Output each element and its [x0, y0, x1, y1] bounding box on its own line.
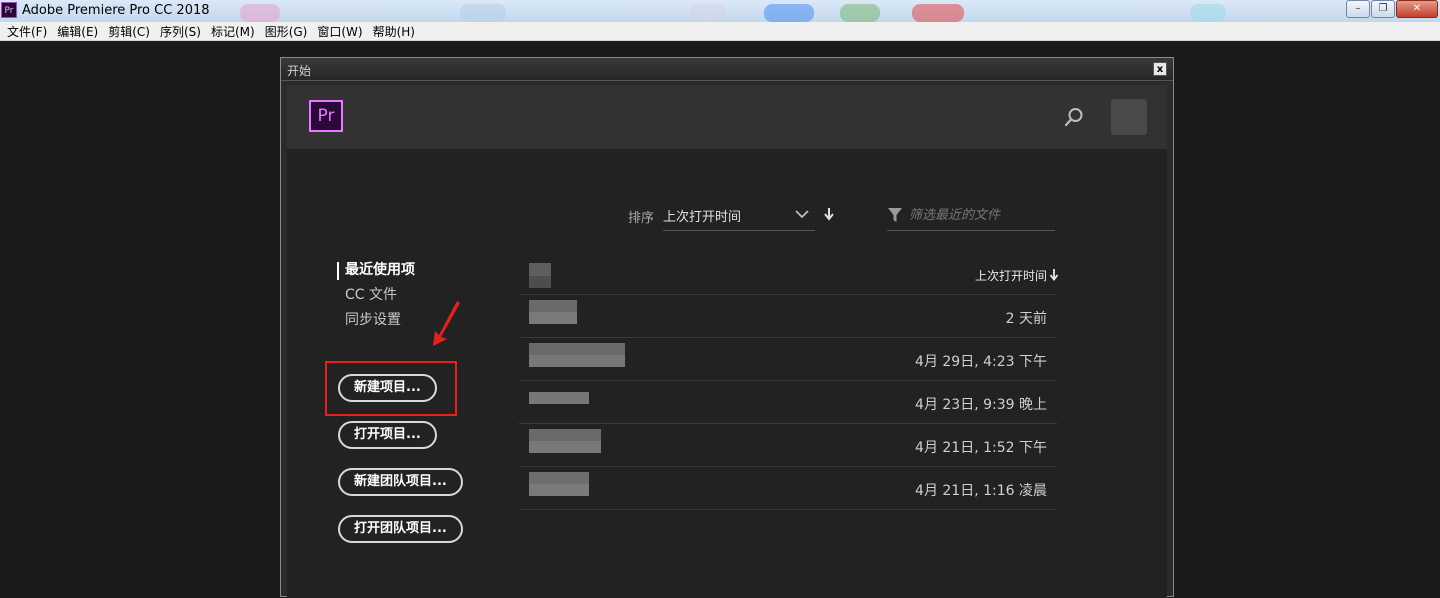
sort-label: 排序	[628, 211, 655, 226]
dialog-titlebar: 开始 x	[281, 58, 1173, 81]
filter-input[interactable]	[909, 205, 1049, 225]
open-project-button[interactable]: 打开项目...	[338, 421, 437, 449]
menu-markers[interactable]: 标记(M)	[208, 23, 262, 40]
start-screen: Pr 排序 上次打开时间 筛选最近的文件 最近使用项 CC 文件 同步设置 新建…	[287, 85, 1167, 598]
menu-help[interactable]: 帮助(H)	[370, 23, 422, 40]
nav-cc-files[interactable]: CC 文件	[345, 284, 397, 304]
filter-field	[887, 199, 1055, 231]
menu-edit[interactable]: 编辑(E)	[54, 23, 105, 40]
menu-sequence[interactable]: 序列(S)	[157, 23, 208, 40]
window-controls: – ❐ ✕	[1346, 0, 1438, 18]
annotation-arrow-icon	[433, 301, 460, 346]
column-header-label: 上次打开时间	[974, 269, 1047, 283]
background-blur	[1190, 4, 1226, 22]
sort-value: 上次打开时间	[663, 210, 742, 225]
table-row[interactable]: 4月 23日, 9:39 晚上	[519, 380, 1057, 423]
sort-direction-arrow-icon[interactable]	[823, 207, 835, 221]
nav-sync-settings[interactable]: 同步设置	[345, 309, 401, 329]
window-titlebar: Pr Adobe Premiere Pro CC 2018 – ❐ ✕	[0, 0, 1440, 23]
dialog-title: 开始	[287, 64, 312, 78]
table-row[interactable]: 4月 21日, 1:52 下午	[519, 423, 1057, 466]
dialog-close-button[interactable]: x	[1153, 62, 1167, 76]
menu-clip[interactable]: 剪辑(C)	[105, 23, 157, 40]
close-window-button[interactable]: ✕	[1396, 0, 1438, 18]
last-opened-time: 4月 21日, 1:16 凌晨	[915, 483, 1047, 499]
nav-recent[interactable]: 最近使用项	[345, 259, 415, 279]
sort-down-arrow-icon	[1049, 269, 1059, 281]
start-dialog: 开始 x Pr 排序 上次打开时间 筛选最近的文件 最近使用项 CC 文件 同步…	[280, 57, 1174, 598]
last-opened-time: 4月 21日, 1:52 下午	[915, 440, 1047, 456]
restore-button[interactable]: ❐	[1371, 0, 1395, 18]
premiere-logo: Pr	[309, 100, 343, 132]
menu-graphics[interactable]: 图形(G)	[262, 23, 315, 40]
background-blur	[460, 4, 506, 22]
background-blur	[912, 4, 964, 22]
chevron-down-icon	[795, 210, 809, 219]
background-blur	[840, 4, 880, 22]
active-indicator	[337, 262, 339, 280]
table-divider	[519, 509, 1057, 510]
window-title: Adobe Premiere Pro CC 2018	[22, 3, 210, 18]
user-avatar[interactable]	[1111, 99, 1147, 135]
background-blur	[240, 4, 280, 22]
minimize-button[interactable]: –	[1346, 0, 1370, 18]
last-opened-time: 2 天前	[1005, 311, 1047, 327]
table-row-top-thumb	[519, 85, 1057, 288]
background-blur	[690, 4, 726, 22]
table-row[interactable]: 4月 29日, 4:23 下午	[519, 337, 1057, 380]
new-project-button[interactable]: 新建项目...	[338, 374, 437, 402]
last-opened-time: 4月 29日, 4:23 下午	[915, 354, 1047, 370]
sort-dropdown[interactable]: 上次打开时间	[663, 199, 815, 231]
open-team-project-button[interactable]: 打开团队项目...	[338, 515, 463, 543]
new-team-project-button[interactable]: 新建团队项目...	[338, 468, 463, 496]
search-icon[interactable]	[1063, 106, 1085, 128]
menu-bar: 文件(F) 编辑(E) 剪辑(C) 序列(S) 标记(M) 图形(G) 窗口(W…	[0, 22, 1440, 41]
table-row[interactable]: 4月 21日, 1:16 凌晨	[519, 466, 1057, 509]
premiere-app-icon: Pr	[1, 2, 17, 18]
menu-file[interactable]: 文件(F)	[4, 23, 54, 40]
table-row[interactable]: 2 天前	[519, 294, 1057, 337]
filter-funnel-icon	[888, 208, 902, 222]
recent-column-header[interactable]: 上次打开时间	[815, 267, 1059, 284]
menu-window[interactable]: 窗口(W)	[314, 23, 369, 40]
background-blur	[764, 4, 814, 22]
last-opened-time: 4月 23日, 9:39 晚上	[915, 397, 1047, 413]
